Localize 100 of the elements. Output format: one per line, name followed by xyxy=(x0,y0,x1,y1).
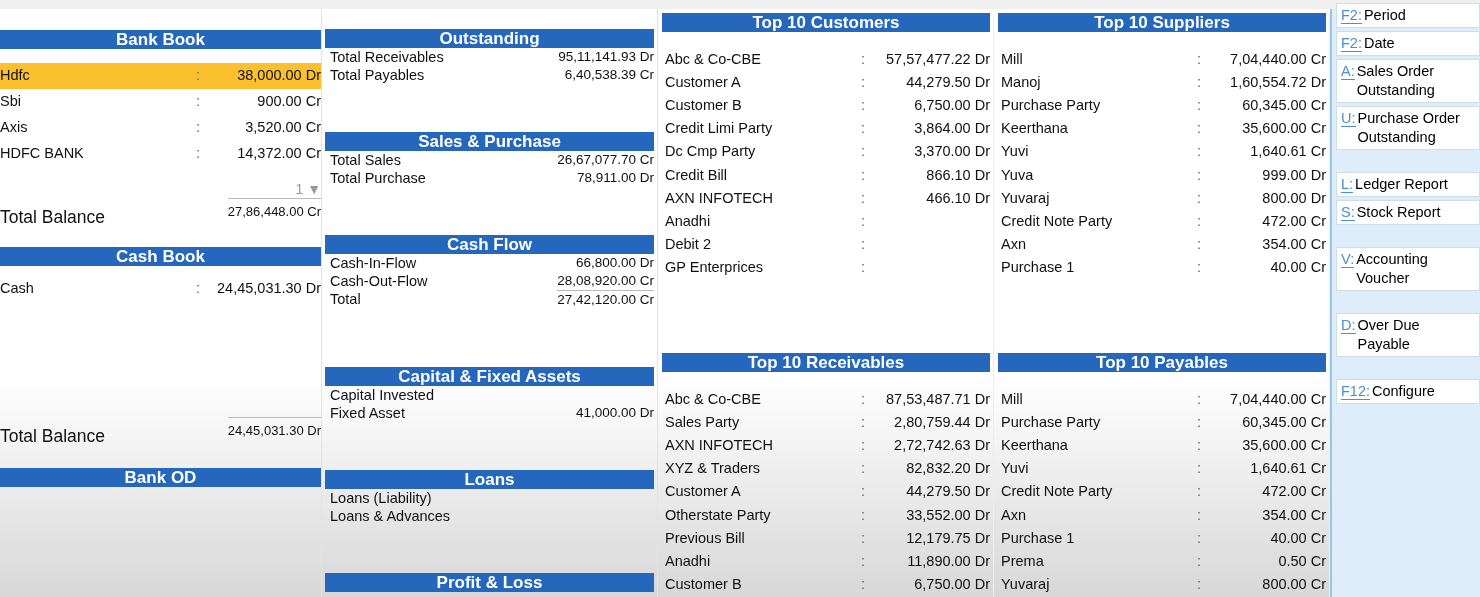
section-header: Profit & Loss xyxy=(325,573,654,592)
separator: : xyxy=(861,49,867,69)
separator: : xyxy=(1197,389,1203,409)
summary-label: Loans (Liability) xyxy=(330,489,432,507)
separator: : xyxy=(196,66,202,86)
party-amount: 6,750.00 Dr xyxy=(913,575,990,595)
menu-button[interactable]: L:Ledger Report xyxy=(1336,172,1480,197)
separator: : xyxy=(196,144,202,164)
section-header: Bank Book xyxy=(0,30,321,49)
party-name: Credit Note Party xyxy=(1001,482,1114,502)
separator: : xyxy=(861,552,867,572)
ledger-row[interactable]: Axis : 3,520.00 Cr xyxy=(0,115,321,141)
party-name: Dc Cmp Party xyxy=(665,142,757,162)
party-name: Mill xyxy=(1001,389,1024,409)
party-name: Purchase 1 xyxy=(1001,258,1076,278)
separator: : xyxy=(196,279,202,299)
menu-button[interactable]: F2:Date xyxy=(1336,31,1480,56)
party-name: Anadhi xyxy=(665,212,712,232)
section-header: Top 10 Receivables xyxy=(662,353,990,372)
summary-label: Total Receivables xyxy=(330,48,444,66)
separator: : xyxy=(861,528,867,548)
party-amount: 60,345.00 Cr xyxy=(1241,96,1326,116)
ledger-name: Sbi xyxy=(0,92,22,112)
summary-amount: 26,67,077.70 Cr xyxy=(557,151,654,169)
separator: : xyxy=(1197,212,1203,232)
separator: : xyxy=(1197,49,1203,69)
party-amount: 40.00 Cr xyxy=(1269,528,1326,548)
party-name: Yuvi xyxy=(1001,142,1030,162)
party-name: Purchase 1 xyxy=(1001,528,1076,548)
menu-button[interactable]: D:Over Due Payable xyxy=(1336,313,1480,357)
separator: : xyxy=(1197,552,1203,572)
separator: : xyxy=(1197,505,1203,525)
party-amount: 82,832.20 Dr xyxy=(905,459,990,479)
party-amount: 7,04,440.00 Cr xyxy=(1229,389,1326,409)
ledger-name: Axis xyxy=(0,118,29,138)
ledger-name: HDFC BANK xyxy=(0,144,85,164)
menu-button[interactable]: F12:Configure xyxy=(1336,379,1480,404)
summary-amount: 41,000.00 Dr xyxy=(575,404,654,422)
separator: : xyxy=(1197,528,1203,548)
separator: : xyxy=(196,118,202,138)
summary-amount: 27,42,120.00 Cr xyxy=(557,290,654,309)
separator: : xyxy=(1197,258,1203,278)
party-amount: 1,640.61 Cr xyxy=(1249,142,1326,162)
section-header: Cash Book xyxy=(0,247,321,267)
menu-button[interactable]: F2:Period xyxy=(1336,3,1480,28)
section-header: Capital & Fixed Assets xyxy=(325,367,654,386)
ledger-name: Cash xyxy=(0,279,35,299)
separator: : xyxy=(861,505,867,525)
party-amount: 2,72,742.63 Dr xyxy=(893,436,990,456)
separator: : xyxy=(1197,142,1203,162)
separator: : xyxy=(1197,235,1203,255)
party-amount: 33,552.00 Dr xyxy=(905,505,990,525)
party-name: Credit Limi Party xyxy=(665,119,774,139)
party-amount: 472.00 Cr xyxy=(1261,212,1326,232)
separator: : xyxy=(861,142,867,162)
separator: : xyxy=(861,412,867,432)
party-amount: 40.00 Cr xyxy=(1269,258,1326,278)
party-amount: 1,60,554.72 Dr xyxy=(1229,72,1326,92)
menu-button[interactable]: V:Accounting Voucher xyxy=(1336,247,1480,291)
party-name: Customer B xyxy=(665,96,743,116)
separator: : xyxy=(861,119,867,139)
party-amount: 12,179.75 Dr xyxy=(905,528,990,548)
section-header: Top 10 Payables xyxy=(998,353,1326,372)
ledger-amount: 900.00 Cr xyxy=(256,92,321,112)
separator: : xyxy=(861,482,867,502)
party-name: Keerthana xyxy=(1001,119,1069,139)
separator: : xyxy=(1197,436,1203,456)
separator: : xyxy=(861,72,867,92)
menu-button[interactable]: U:Purchase Order Outstanding xyxy=(1336,106,1480,150)
ledger-row[interactable]: HDFC BANK : 14,372.00 Cr xyxy=(0,141,321,167)
ledger-name: Hdfc xyxy=(0,66,31,86)
ledger-amount: 24,45,031.30 Dr xyxy=(216,279,321,299)
separator: : xyxy=(1197,575,1203,595)
party-amount: 6,750.00 Dr xyxy=(913,96,990,116)
separator: : xyxy=(1197,412,1203,432)
summary-label: Total xyxy=(330,290,361,309)
party-amount: 0.50 Cr xyxy=(1277,552,1326,572)
total-amount: 27,86,448.00 Cr xyxy=(227,198,321,222)
party-name: Credit Note Party xyxy=(1001,212,1114,232)
summary-label: Total Sales xyxy=(330,151,401,169)
party-name: Yuvaraj xyxy=(1001,188,1051,208)
party-name: Customer B xyxy=(665,575,743,595)
party-name: XYZ & Traders xyxy=(665,459,762,479)
ledger-row[interactable]: Hdfc : 38,000.00 Dr xyxy=(0,63,321,89)
section-header: Top 10 Suppliers xyxy=(998,13,1326,32)
party-amount: 57,57,477.22 Dr xyxy=(885,49,990,69)
separator: : xyxy=(861,258,867,278)
separator: : xyxy=(1197,459,1203,479)
party-name: Previous Bill xyxy=(665,528,746,548)
party-amount: 60,345.00 Cr xyxy=(1241,412,1326,432)
party-amount: 866.10 Dr xyxy=(925,165,990,185)
summary-amount: 78,911.00 Dr xyxy=(576,169,654,187)
ledger-row[interactable]: Cash : 24,45,031.30 Dr xyxy=(0,276,321,303)
party-name: Mill xyxy=(1001,49,1024,69)
ledger-row[interactable]: Sbi : 900.00 Cr xyxy=(0,89,321,115)
separator: : xyxy=(861,436,867,456)
menu-button[interactable]: S:Stock Report xyxy=(1336,200,1480,225)
party-amount: 3,370.00 Dr xyxy=(913,142,990,162)
total-label: Total Balance xyxy=(0,206,106,229)
menu-button[interactable]: A:Sales Order Outstanding xyxy=(1336,59,1480,103)
